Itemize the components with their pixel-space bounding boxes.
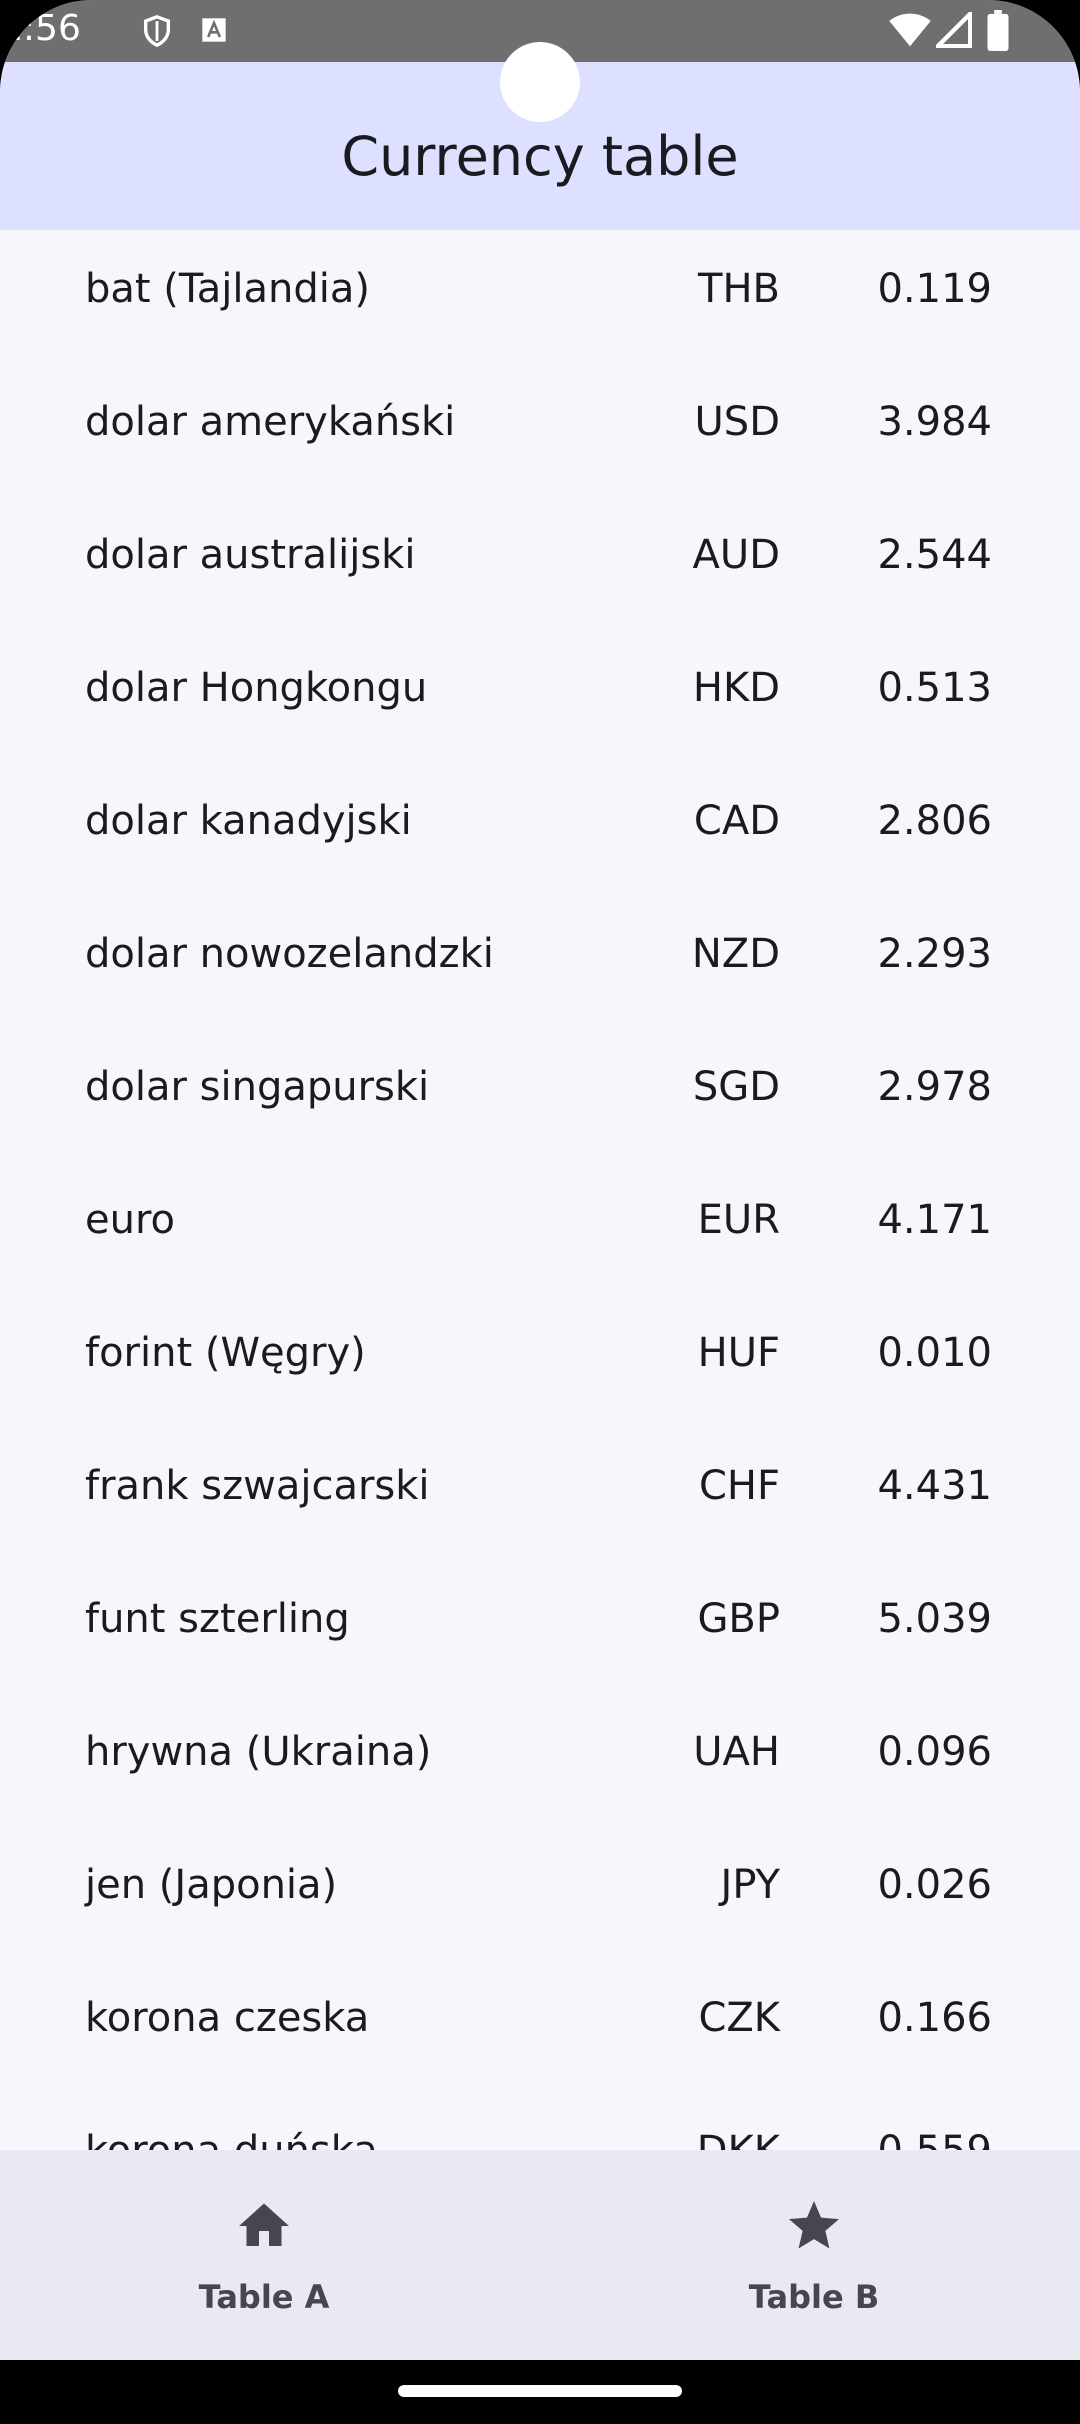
currency-rate: 0.010 [877, 1330, 992, 1376]
currency-name: bat (Tajlandia) [85, 266, 370, 312]
bottom-navigation: Table A Table B [0, 2150, 1080, 2360]
currency-rate: 4.171 [877, 1197, 992, 1243]
currency-row[interactable]: dolar Hongkongu HKD 0.513 [0, 629, 1080, 762]
currency-list[interactable]: bat (Tajlandia) THB 0.119 dolar amerykań… [0, 230, 1080, 2150]
currency-name: dolar australijski [85, 532, 416, 578]
currency-row[interactable]: jen (Japonia) JPY 0.026 [0, 1826, 1080, 1959]
currency-rate: 0.513 [877, 665, 992, 711]
nav-item-table-b[interactable]: Table B [544, 2150, 1080, 2360]
currency-code: JPY [720, 1862, 780, 1908]
currency-name: dolar amerykański [85, 399, 456, 445]
currency-code: NZD [691, 931, 780, 977]
currency-code: USD [694, 399, 780, 445]
currency-code: SGD [692, 1064, 780, 1110]
screen: 1:56 Currency table bat (Tajlandia) THB … [0, 0, 1080, 2424]
currency-name: korona duńska [85, 2128, 378, 2150]
currency-rate: 0.559 [877, 2128, 992, 2150]
currency-name: dolar kanadyjski [85, 798, 412, 844]
currency-rate: 0.026 [877, 1862, 992, 1908]
currency-row[interactable]: dolar singapurski SGD 2.978 [0, 1028, 1080, 1161]
nav-item-table-a[interactable]: Table A [0, 2150, 534, 2360]
font-a-icon [200, 16, 228, 49]
currency-row[interactable]: frank szwajcarski CHF 4.431 [0, 1427, 1080, 1560]
home-icon [234, 2196, 294, 2256]
wifi-icon [888, 12, 932, 53]
currency-rate: 5.039 [877, 1596, 992, 1642]
currency-rate: 2.806 [877, 798, 992, 844]
home-indicator[interactable] [398, 2385, 682, 2397]
currency-row[interactable]: bat (Tajlandia) THB 0.119 [0, 230, 1080, 363]
currency-code: CHF [698, 1463, 780, 1509]
currency-row[interactable]: forint (Węgry) HUF 0.010 [0, 1294, 1080, 1427]
currency-rate: 4.431 [877, 1463, 992, 1509]
currency-code: CAD [693, 798, 780, 844]
currency-row[interactable]: dolar kanadyjski CAD 2.806 [0, 762, 1080, 895]
currency-name: funt szterling [85, 1596, 350, 1642]
currency-row[interactable]: dolar nowozelandzki NZD 2.293 [0, 895, 1080, 1028]
currency-row[interactable]: funt szterling GBP 5.039 [0, 1560, 1080, 1693]
currency-rate: 3.984 [877, 399, 992, 445]
currency-row[interactable]: euro EUR 4.171 [0, 1161, 1080, 1294]
currency-rate: 0.166 [877, 1995, 992, 2041]
currency-row[interactable]: korona czeska CZK 0.166 [0, 1959, 1080, 2092]
currency-rate: 2.544 [877, 532, 992, 578]
currency-rate: 2.978 [877, 1064, 992, 1110]
currency-row[interactable]: dolar amerykański USD 3.984 [0, 363, 1080, 496]
currency-rate: 2.293 [877, 931, 992, 977]
currency-name: dolar singapurski [85, 1064, 430, 1110]
camera-cutout [500, 42, 580, 122]
currency-code: THB [698, 266, 780, 312]
signal-icon [932, 8, 973, 53]
star-icon [784, 2196, 844, 2256]
page-title: Currency table [341, 124, 739, 188]
device-frame: 1:56 Currency table bat (Tajlandia) THB … [0, 0, 1080, 2360]
currency-code: CZK [698, 1995, 780, 2041]
currency-row[interactable]: hrywna (Ukraina) UAH 0.096 [0, 1693, 1080, 1826]
currency-row[interactable]: dolar australijski AUD 2.544 [0, 496, 1080, 629]
currency-name: dolar nowozelandzki [85, 931, 494, 977]
battery-icon [986, 10, 1010, 57]
currency-code: UAH [693, 1729, 780, 1775]
currency-name: frank szwajcarski [85, 1463, 430, 1509]
currency-code: HUF [697, 1330, 780, 1376]
currency-code: HKD [692, 665, 780, 711]
currency-code: AUD [692, 532, 780, 578]
nav-label: Table A [198, 2278, 330, 2316]
currency-row[interactable]: korona duńska DKK 0.559 [0, 2092, 1080, 2150]
currency-name: dolar Hongkongu [85, 665, 428, 711]
currency-name: korona czeska [85, 1995, 370, 2041]
currency-rate: 0.096 [877, 1729, 992, 1775]
shield-icon [140, 14, 174, 53]
currency-rate: 0.119 [877, 266, 992, 312]
currency-code: EUR [697, 1197, 780, 1243]
status-time: 1:56 [0, 8, 81, 49]
nav-label: Table B [748, 2278, 880, 2316]
currency-name: hrywna (Ukraina) [85, 1729, 432, 1775]
currency-name: forint (Węgry) [85, 1330, 366, 1376]
currency-code: GBP [697, 1596, 780, 1642]
currency-name: jen (Japonia) [85, 1862, 338, 1908]
currency-code: DKK [697, 2128, 780, 2150]
currency-name: euro [85, 1197, 175, 1243]
